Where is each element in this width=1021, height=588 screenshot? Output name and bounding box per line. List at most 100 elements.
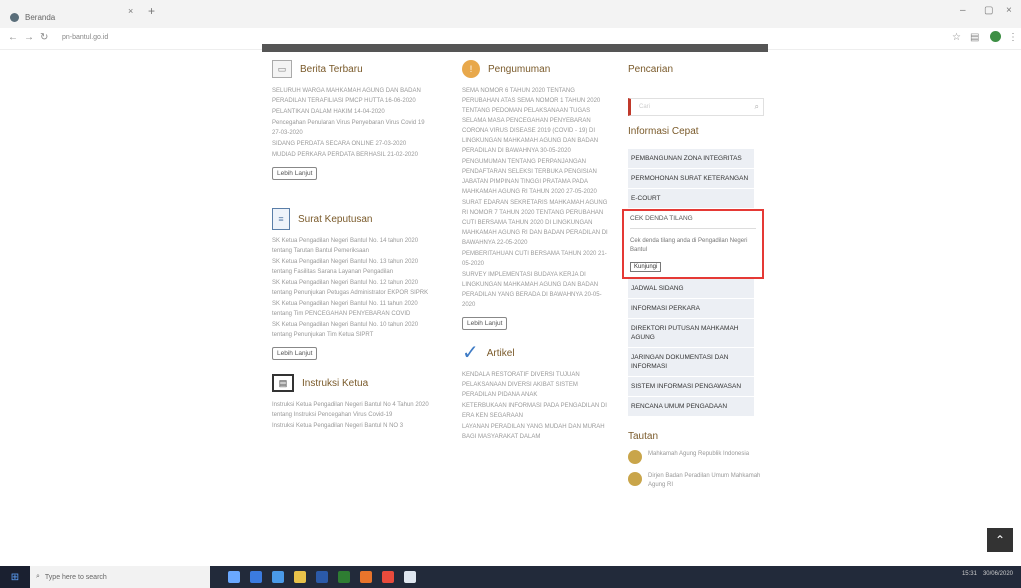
quick-link-item[interactable]: E-COURT <box>628 189 754 209</box>
kunjungi-button[interactable]: Kunjungi <box>630 262 662 272</box>
menu-icon[interactable]: ⋮ <box>1008 32 1018 43</box>
firefox-icon[interactable] <box>360 571 372 583</box>
quick-link-item[interactable]: RENCANA UMUM PENGADAAN <box>628 397 754 417</box>
quick-link-item[interactable]: PERMOHONAN SURAT KETERANGAN <box>628 169 754 189</box>
pengumuman-header: ! Pengumuman <box>462 52 612 86</box>
chrome-icon[interactable] <box>382 571 394 583</box>
taskbar-apps <box>228 571 416 583</box>
extensions-icon[interactable]: ▤ <box>970 32 979 43</box>
clock-time[interactable]: 15:31 <box>962 571 977 577</box>
berita-more-button[interactable]: Lebih Lanjut <box>272 167 318 180</box>
list-item[interactable]: Instruksi Ketua Pengadilan Negeri Bantul… <box>272 421 432 431</box>
restore-button[interactable]: ▢ <box>984 5 993 16</box>
list-item[interactable]: SURVEY IMPLEMENTASI BUDAYA KERJA DI LING… <box>462 270 612 310</box>
list-item[interactable]: SURAT EDARAN SEKRETARIS MAHKAMAH AGUNG R… <box>462 198 612 248</box>
list-item[interactable]: SK Ketua Pengadilan Negeri Bantul No. 11… <box>272 299 432 319</box>
list-item[interactable]: KETERBUKAAN INFORMASI PADA PENGADILAN DI… <box>462 401 612 421</box>
putusan-header: ≡ Surat Keputusan <box>272 202 432 236</box>
scroll-to-top-button[interactable]: ⌃ <box>987 528 1013 552</box>
list-item[interactable]: PELANTIKAN DALAM HAKIM 14-04-2020 <box>272 107 432 117</box>
quick-link-item[interactable]: JADWAL SIDANG <box>628 279 754 299</box>
close-window-button[interactable]: × <box>1006 5 1012 16</box>
cek-denda-header[interactable]: CEK DENDA TILANG <box>630 215 756 229</box>
list-item[interactable]: SK Ketua Pengadilan Negeri Bantul No. 13… <box>272 257 432 277</box>
document-icon: ≡ <box>272 208 290 230</box>
header-band <box>262 44 768 52</box>
bookmark-star-icon[interactable]: ☆ <box>952 32 961 43</box>
list-item[interactable]: PEMBERITAHUAN CUTI BERSAMA TAHUN 2020 21… <box>462 249 612 269</box>
browser-tab-strip: Beranda × + – ▢ × <box>0 0 1021 28</box>
pengumuman-title: Pengumuman <box>488 63 551 75</box>
web-page: ▭ Berita Terbaru SELURUH WARGA MAHKAMAH … <box>262 44 768 570</box>
task-view-icon[interactable] <box>228 571 240 583</box>
minimize-button[interactable]: – <box>960 5 966 16</box>
list-item[interactable]: SK Ketua Pengadilan Negeri Bantul No. 12… <box>272 278 432 298</box>
quick-link-item[interactable]: INFORMASI PERKARA <box>628 299 754 319</box>
browser-tab[interactable]: Beranda <box>10 6 160 28</box>
tautan-label: Mahkamah Agung Republik Indonesia <box>648 451 750 457</box>
putusan-title: Surat Keputusan <box>298 213 373 225</box>
list-item[interactable]: SIDANG PERDATA SECARA ONLINE 27-03-2020 <box>272 139 432 149</box>
excel-icon[interactable] <box>338 571 350 583</box>
list-item[interactable]: SEMA NOMOR 6 TAHUN 2020 TENTANG PERUBAHA… <box>462 86 612 156</box>
tautan-item[interactable]: Dirjen Badan Peradilan Umum Mahkamah Agu… <box>628 472 768 490</box>
search-placeholder: Cari <box>639 104 651 110</box>
search-input[interactable]: Cari ⌕ <box>628 98 764 116</box>
instruksi-title: Instruksi Ketua <box>302 377 369 389</box>
court-logo-icon <box>628 472 642 486</box>
profile-avatar[interactable] <box>990 31 1001 42</box>
book-icon: ▤ <box>272 374 294 392</box>
start-button[interactable]: ⊞ <box>0 566 30 588</box>
taskbar-search-placeholder: Type here to search <box>44 573 107 581</box>
berita-list: SELURUH WARGA MAHKAMAH AGUNG DAN BADAN P… <box>272 86 432 160</box>
chevron-up-icon: ⌃ <box>994 533 1006 547</box>
right-sidebar: Pencarian Cari ⌕ Informasi Cepat PEMBANG… <box>622 52 768 490</box>
list-item[interactable]: LAYANAN PERADILAN YANG MUDAH DAN MURAH B… <box>462 422 612 442</box>
tautan-item[interactable]: Mahkamah Agung Republik Indonesia <box>628 450 768 464</box>
list-item[interactable]: Instruksi Ketua Pengadilan Negeri Bantul… <box>272 400 432 420</box>
putusan-list: SK Ketua Pengadilan Negeri Bantul No. 14… <box>272 236 432 340</box>
cek-denda-text: Cek denda tilang anda di Pengadilan Nege… <box>630 238 748 253</box>
announcement-icon: ! <box>462 60 480 78</box>
windows-logo-icon: ⊞ <box>10 571 20 583</box>
back-icon[interactable]: ← <box>8 32 18 43</box>
list-item[interactable]: SELURUH WARGA MAHKAMAH AGUNG DAN BADAN P… <box>272 86 432 106</box>
list-item[interactable]: SK Ketua Pengadilan Negeri Bantul No. 10… <box>272 320 432 340</box>
search-icon[interactable]: ⌕ <box>755 102 759 112</box>
taskbar-search-input[interactable]: ⌕ Type here to search <box>30 566 210 588</box>
url-field[interactable]: pn-bantul.go.id <box>62 34 108 41</box>
info-title: Informasi Cepat <box>628 126 699 137</box>
list-item[interactable]: Pencegahan Penularan Virus Penyebaran Vi… <box>272 118 432 138</box>
pengumuman-more-button[interactable]: Lebih Lanjut <box>462 317 508 330</box>
mail-icon[interactable] <box>272 571 284 583</box>
edge-icon[interactable] <box>250 571 262 583</box>
tab-close-icon[interactable]: × <box>128 6 133 16</box>
file-explorer-icon[interactable] <box>294 571 306 583</box>
clock-date[interactable]: 30/06/2020 <box>983 571 1013 577</box>
windows-taskbar: ⊞ ⌕ Type here to search 15:31 30/06/2020 <box>0 566 1021 588</box>
quick-link-item[interactable]: PEMBANGUNAN ZONA INTEGRITAS <box>628 149 754 169</box>
cek-denda-panel: CEK DENDA TILANG Cek denda tilang anda d… <box>622 209 764 279</box>
list-item[interactable]: KENDALA RESTORATIF DIVERSI TUJUAN PELAKS… <box>462 370 612 400</box>
list-item[interactable]: PENGUMUMAN TENTANG PERPANJANGAN PENDAFTA… <box>462 157 612 197</box>
artikel-title: Artikel <box>486 347 515 359</box>
word-icon[interactable] <box>316 571 328 583</box>
berita-title: Berita Terbaru <box>300 63 363 75</box>
reload-icon[interactable]: ↻ <box>40 32 48 43</box>
list-item[interactable]: SK Ketua Pengadilan Negeri Bantul No. 14… <box>272 236 432 256</box>
putusan-more-button[interactable]: Lebih Lanjut <box>272 347 318 360</box>
search-title: Pencarian <box>628 63 674 75</box>
news-icon: ▭ <box>272 60 292 78</box>
quick-link-item[interactable]: JARINGAN DOKUMENTASI DAN INFORMASI <box>628 348 754 377</box>
berita-header: ▭ Berita Terbaru <box>272 52 432 86</box>
court-logo-icon <box>628 450 642 464</box>
new-tab-button[interactable]: + <box>148 4 155 18</box>
search-icon: ⌕ <box>36 573 40 580</box>
quick-link-item[interactable]: SISTEM INFORMASI PENGAWASAN <box>628 377 754 397</box>
quick-link-item[interactable]: DIREKTORI PUTUSAN MAHKAMAH AGUNG <box>628 319 754 348</box>
forward-icon[interactable]: → <box>24 32 34 43</box>
app-icon[interactable] <box>404 571 416 583</box>
pengumuman-list: SEMA NOMOR 6 TAHUN 2020 TENTANG PERUBAHA… <box>462 86 612 310</box>
left-column: ▭ Berita Terbaru SELURUH WARGA MAHKAMAH … <box>272 52 432 432</box>
list-item[interactable]: MUDIAD PERKARA PERDATA BERHASIL 21-02-20… <box>272 150 432 160</box>
